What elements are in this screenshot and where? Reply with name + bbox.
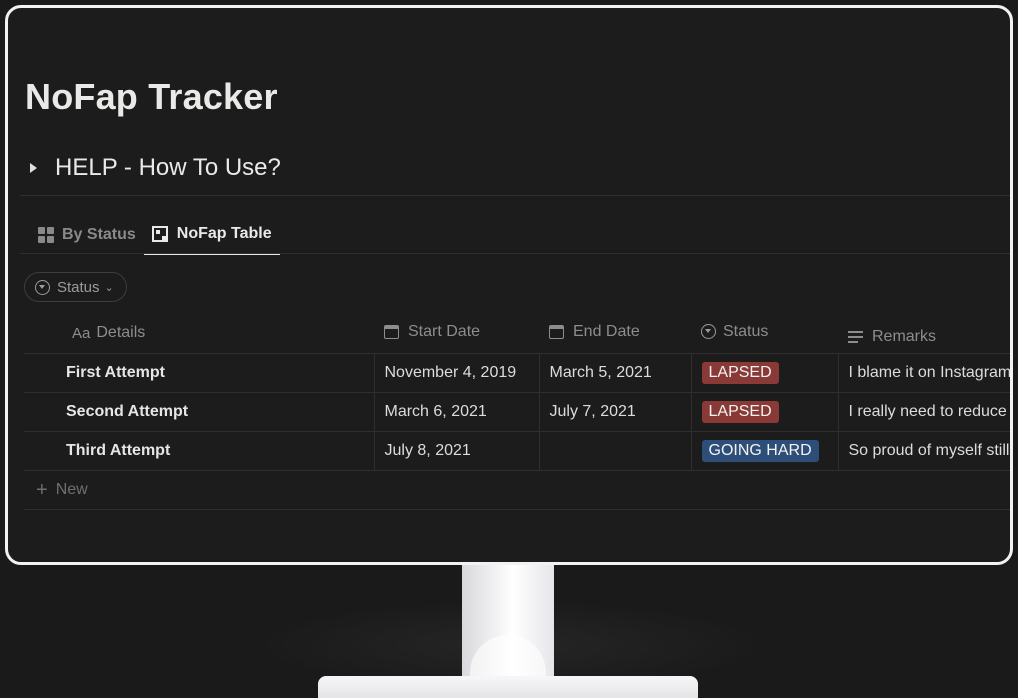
cell-status[interactable]: LAPSED <box>691 392 839 432</box>
column-label[interactable]: Status <box>723 323 768 341</box>
cell-details[interactable]: Third Attempt <box>24 431 375 471</box>
caret-right-icon[interactable] <box>30 163 37 173</box>
cell-end-date[interactable] <box>539 431 692 471</box>
cell-remarks[interactable]: I blame it on Instagram <box>838 353 1010 393</box>
status-badge: GOING HARD <box>701 439 819 462</box>
status-filter-label[interactable]: Status <box>57 279 100 296</box>
column-header-end-date[interactable]: End Date <box>539 314 691 354</box>
column-label[interactable]: Remarks <box>872 328 936 346</box>
column-label[interactable]: Details <box>96 324 145 342</box>
tab-by-status[interactable]: By Status <box>30 215 144 255</box>
text-lines-icon <box>848 331 863 344</box>
status-badge: LAPSED <box>701 400 779 423</box>
column-header-status[interactable]: Status <box>691 314 838 354</box>
stage: NoFap Tracker HELP - How To Use? By Stat… <box>0 0 1018 698</box>
new-row-label[interactable]: New <box>56 481 88 499</box>
table-row[interactable]: Second Attempt March 6, 2021 July 7, 202… <box>24 392 1010 432</box>
cell-start-date[interactable]: July 8, 2021 <box>374 431 540 471</box>
monitor-screen: NoFap Tracker HELP - How To Use? By Stat… <box>5 5 1013 565</box>
cell-end-date[interactable]: March 5, 2021 <box>539 353 692 393</box>
column-header-start-date[interactable]: Start Date <box>374 314 539 354</box>
nofap-table: Aa Details Start Date End Date Status Rem… <box>24 314 1010 471</box>
table-row[interactable]: Third Attempt July 8, 2021 GOING HARD So… <box>24 431 1010 471</box>
cell-start-date[interactable]: November 4, 2019 <box>374 353 540 393</box>
calendar-icon <box>384 324 399 339</box>
cell-status[interactable]: GOING HARD <box>691 431 839 471</box>
table-icon <box>151 226 168 242</box>
divider <box>20 195 1010 196</box>
column-label[interactable]: Start Date <box>408 323 480 341</box>
board-icon <box>38 227 54 243</box>
status-icon <box>701 324 716 339</box>
divider <box>20 253 1010 254</box>
cell-details[interactable]: Second Attempt <box>24 392 375 432</box>
monitor-stand-base <box>318 676 698 698</box>
monitor-stand-neck <box>462 565 554 680</box>
cell-status[interactable]: LAPSED <box>691 353 839 393</box>
help-toggle[interactable]: HELP - How To Use? <box>30 154 281 182</box>
cell-remarks[interactable]: So proud of myself still <box>838 431 1010 471</box>
page-title: NoFap Tracker <box>25 76 278 117</box>
tab-nofap-table-label[interactable]: NoFap Table <box>177 225 272 243</box>
cell-remarks[interactable]: I really need to reduce <box>838 392 1010 432</box>
tab-by-status-label[interactable]: By Status <box>62 226 136 244</box>
column-header-remarks[interactable]: Remarks <box>838 314 1010 354</box>
table-header-row: Aa Details Start Date End Date Status Rem… <box>24 314 1010 354</box>
plus-icon: + <box>36 479 48 501</box>
status-icon <box>35 279 50 295</box>
cell-end-date[interactable]: July 7, 2021 <box>539 392 692 432</box>
column-header-details[interactable]: Aa Details <box>24 314 374 354</box>
chevron-down-icon: ⌄ <box>104 281 114 294</box>
status-filter-button[interactable]: Status ⌄ <box>24 272 127 302</box>
calendar-icon <box>549 324 564 339</box>
view-tabs: By Status NoFap Table <box>30 215 280 255</box>
column-label[interactable]: End Date <box>573 323 640 341</box>
add-new-row-button[interactable]: + New <box>24 471 1010 510</box>
help-toggle-label[interactable]: HELP - How To Use? <box>55 154 281 182</box>
cell-details[interactable]: First Attempt <box>24 353 375 393</box>
text-property-icon: Aa <box>72 324 91 342</box>
status-badge: LAPSED <box>701 361 779 384</box>
cell-start-date[interactable]: March 6, 2021 <box>374 392 540 432</box>
tab-nofap-table[interactable]: NoFap Table <box>143 215 280 255</box>
table-row[interactable]: First Attempt November 4, 2019 March 5, … <box>24 353 1010 393</box>
